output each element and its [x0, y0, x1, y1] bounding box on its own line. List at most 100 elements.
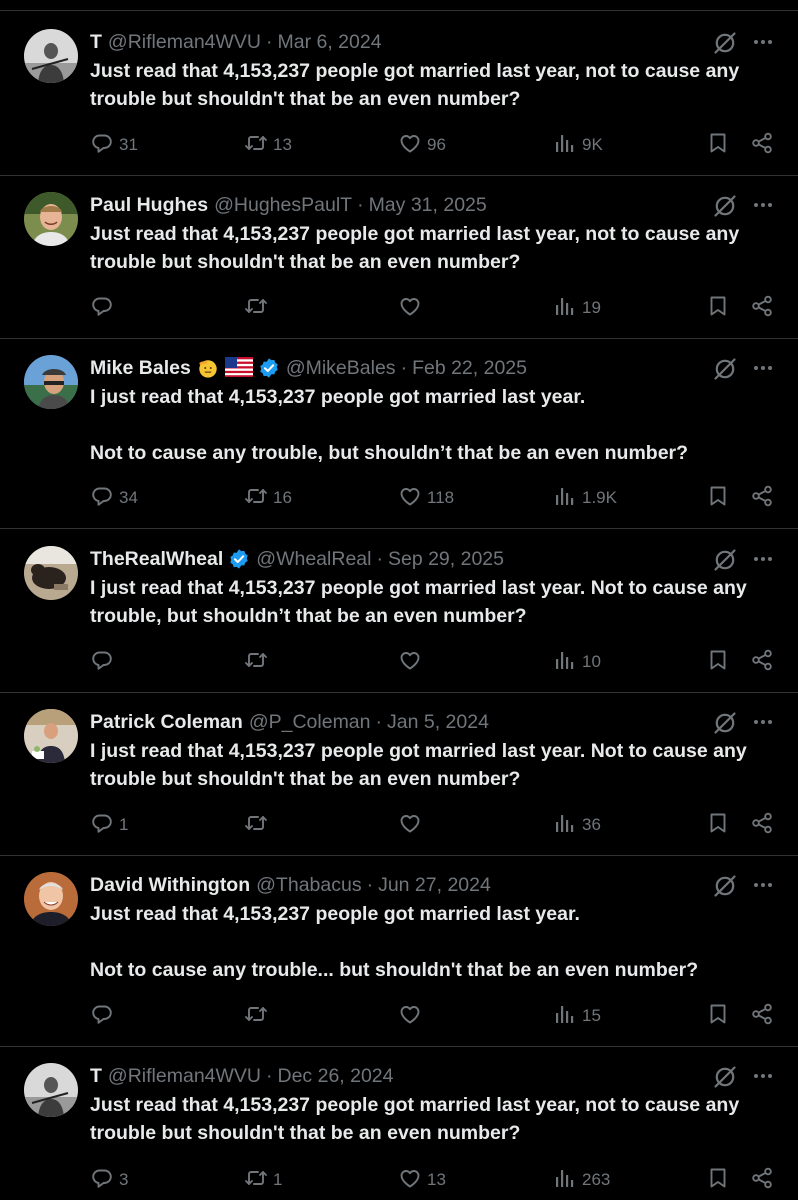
retweet-button[interactable]: 13	[244, 130, 292, 160]
grok-icon[interactable]	[712, 356, 738, 382]
tweet-text-paragraph: I just read that 4,153,237 people got ma…	[90, 577, 747, 627]
more-options-icon[interactable]	[750, 546, 776, 572]
user-handle[interactable]: @P_Coleman	[249, 709, 371, 735]
display-name[interactable]: Mike Bales	[90, 355, 191, 381]
user-handle[interactable]: @MikeBales	[286, 355, 396, 381]
user-handle[interactable]: @Rifleman4WVU	[108, 1063, 261, 1089]
bookmark-button[interactable]	[706, 1165, 730, 1195]
verified-badge-icon[interactable]	[228, 548, 250, 570]
reply-button[interactable]	[90, 647, 119, 677]
bookmark-button[interactable]	[706, 130, 730, 160]
views-button[interactable]: 19	[553, 293, 601, 323]
retweet-button[interactable]	[244, 647, 273, 677]
more-options-icon[interactable]	[750, 1063, 776, 1089]
more-options-icon[interactable]	[750, 355, 776, 381]
man-with-cap-avatar[interactable]	[24, 355, 78, 409]
share-button[interactable]	[750, 293, 774, 323]
more-options-icon[interactable]	[750, 709, 776, 735]
bookmark-button[interactable]	[706, 1001, 730, 1031]
reply-button[interactable]: 3	[90, 1165, 128, 1195]
smiling-older-man-avatar[interactable]	[24, 872, 78, 926]
views-button[interactable]: 15	[553, 1001, 601, 1031]
share-button[interactable]	[750, 647, 774, 677]
share-button[interactable]	[750, 130, 774, 160]
person-with-rifle-avatar[interactable]	[24, 29, 78, 83]
display-name[interactable]: David Withington	[90, 872, 250, 898]
like-button[interactable]: 118	[398, 483, 454, 513]
views-button[interactable]: 10	[553, 647, 601, 677]
separator-dot: ·	[357, 194, 364, 216]
reply-button[interactable]: 34	[90, 483, 138, 513]
share-button[interactable]	[750, 1001, 774, 1031]
retweet-button[interactable]	[244, 810, 273, 840]
tweet-text: I just read that 4,153,237 people got ma…	[90, 574, 780, 630]
display-name[interactable]: Paul Hughes	[90, 192, 208, 218]
grok-icon[interactable]	[712, 547, 738, 573]
reply-button[interactable]	[90, 293, 119, 323]
tweet-text: Just read that 4,153,237 people got marr…	[90, 57, 780, 113]
reply-button[interactable]: 31	[90, 130, 138, 160]
like-button[interactable]	[398, 293, 427, 323]
views-button[interactable]: 36	[553, 810, 601, 840]
share-button[interactable]	[750, 1165, 774, 1195]
tweet-date[interactable]: Sep 29, 2025	[388, 546, 504, 572]
display-name[interactable]: T	[90, 29, 102, 55]
user-handle[interactable]: @WhealReal	[256, 546, 371, 572]
more-options-icon[interactable]	[750, 192, 776, 218]
grok-icon[interactable]	[712, 30, 738, 56]
like-button[interactable]	[398, 810, 427, 840]
tweet-divider	[0, 1046, 798, 1047]
grok-icon[interactable]	[712, 873, 738, 899]
views-button[interactable]: 1.9K	[553, 483, 617, 513]
tweet-divider	[0, 528, 798, 529]
like-button[interactable]	[398, 647, 427, 677]
views-button[interactable]: 263	[553, 1165, 610, 1195]
retweet-button[interactable]	[244, 293, 273, 323]
verified-badge-icon[interactable]	[258, 357, 280, 379]
share-button[interactable]	[750, 810, 774, 840]
heart-icon	[398, 484, 422, 513]
tweet-date[interactable]: Feb 22, 2025	[412, 355, 527, 381]
bookmark-button[interactable]	[706, 483, 730, 513]
user-handle[interactable]: @HughesPaulT	[214, 192, 352, 218]
reply-icon	[90, 484, 114, 513]
us-flag-emoji	[224, 357, 253, 379]
grok-icon[interactable]	[712, 193, 738, 219]
tweet-date[interactable]: May 31, 2025	[369, 192, 487, 218]
dark-animal-avatar[interactable]	[24, 546, 78, 600]
retweet-button[interactable]	[244, 1001, 273, 1031]
person-with-rifle-avatar[interactable]	[24, 1063, 78, 1117]
tweet-date[interactable]: Mar 6, 2024	[278, 29, 382, 55]
display-name[interactable]: Patrick Coleman	[90, 709, 243, 735]
tweet-text: I just read that 4,153,237 people got ma…	[90, 383, 780, 467]
man-in-suit-avatar[interactable]	[24, 709, 78, 763]
reply-button[interactable]	[90, 1001, 119, 1031]
tweet-date[interactable]: Jun 27, 2024	[378, 872, 491, 898]
smiling-man-avatar[interactable]	[24, 192, 78, 246]
tweet-date[interactable]: Dec 26, 2024	[278, 1063, 394, 1089]
bookmark-button[interactable]	[706, 810, 730, 840]
user-handle[interactable]: @Rifleman4WVU	[108, 29, 261, 55]
like-count: 13	[427, 1170, 446, 1189]
reply-button[interactable]: 1	[90, 810, 128, 840]
display-name[interactable]: T	[90, 1063, 102, 1089]
retweet-icon	[244, 648, 268, 677]
bookmark-button[interactable]	[706, 647, 730, 677]
display-name[interactable]: TheRealWheal	[90, 546, 223, 572]
heart-icon	[398, 131, 422, 160]
like-button[interactable]: 96	[398, 130, 446, 160]
views-button[interactable]: 9K	[553, 130, 603, 160]
more-options-icon[interactable]	[750, 872, 776, 898]
share-button[interactable]	[750, 483, 774, 513]
bookmark-icon	[706, 294, 730, 323]
grok-icon[interactable]	[712, 1064, 738, 1090]
retweet-button[interactable]: 16	[244, 483, 292, 513]
user-handle[interactable]: @Thabacus	[256, 872, 361, 898]
grok-icon[interactable]	[712, 710, 738, 736]
retweet-button[interactable]: 1	[244, 1165, 282, 1195]
tweet-date[interactable]: Jan 5, 2024	[387, 709, 489, 735]
like-button[interactable]	[398, 1001, 427, 1031]
bookmark-button[interactable]	[706, 293, 730, 323]
more-options-icon[interactable]	[750, 29, 776, 55]
like-button[interactable]: 13	[398, 1165, 446, 1195]
